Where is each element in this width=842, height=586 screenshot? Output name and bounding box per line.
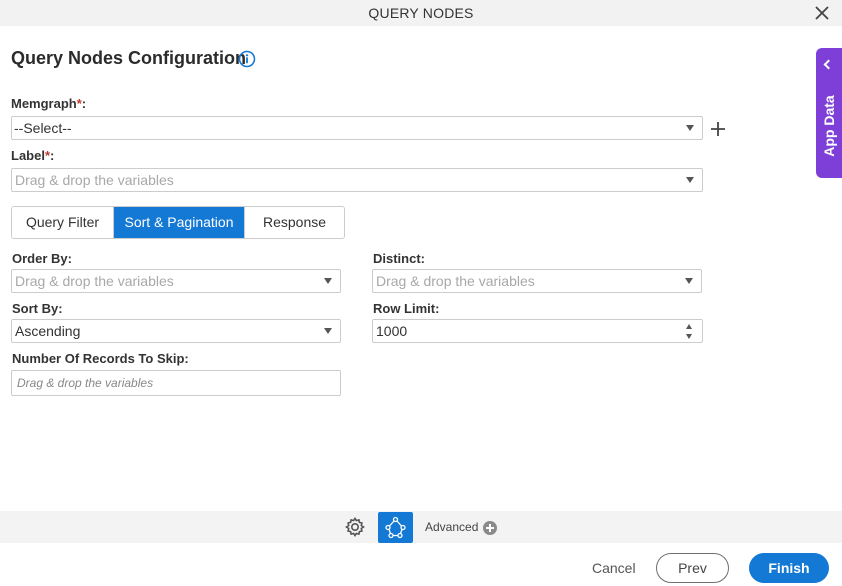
distinct-label: Distinct: bbox=[373, 251, 425, 266]
app-data-label: App Data bbox=[821, 95, 837, 157]
info-icon[interactable] bbox=[238, 50, 256, 68]
footer-toolbar bbox=[0, 511, 842, 543]
sort-by-label: Sort By: bbox=[12, 301, 63, 316]
finish-button[interactable]: Finish bbox=[749, 553, 829, 583]
prev-button[interactable]: Prev bbox=[656, 553, 729, 583]
flow-button[interactable] bbox=[378, 512, 413, 543]
label-field-label: Label*: bbox=[11, 148, 55, 163]
chevron-down-icon bbox=[686, 125, 694, 131]
label-select-placeholder: Drag & drop the variables bbox=[15, 172, 174, 188]
memgraph-select[interactable]: --Select-- bbox=[11, 116, 703, 140]
chevron-down-icon bbox=[685, 278, 693, 284]
sort-by-value: Ascending bbox=[15, 323, 81, 339]
close-icon[interactable] bbox=[814, 5, 830, 21]
app-data-panel-toggle[interactable]: App Data bbox=[816, 48, 842, 178]
skip-records-input[interactable]: Drag & drop the variables bbox=[11, 370, 341, 396]
page-title: Query Nodes Configuration bbox=[11, 48, 247, 68]
tab-sort-pagination[interactable]: Sort & Pagination bbox=[114, 207, 244, 238]
order-by-placeholder: Drag & drop the variables bbox=[15, 273, 174, 289]
tab-response[interactable]: Response bbox=[244, 207, 344, 238]
chevron-down-icon bbox=[324, 328, 332, 334]
distinct-placeholder: Drag & drop the variables bbox=[376, 273, 535, 289]
skip-records-placeholder: Drag & drop the variables bbox=[17, 376, 154, 390]
cancel-button[interactable]: Cancel bbox=[592, 560, 636, 576]
distinct-select[interactable]: Drag & drop the variables bbox=[372, 269, 702, 293]
sort-by-select[interactable]: Ascending bbox=[11, 319, 341, 343]
chevron-left-icon bbox=[823, 59, 834, 70]
memgraph-label: Memgraph*: bbox=[11, 96, 87, 111]
row-limit-input[interactable]: 1000 bbox=[372, 319, 703, 343]
title-bar: QUERY NODES bbox=[0, 0, 842, 26]
row-limit-label: Row Limit: bbox=[373, 301, 440, 316]
tab-query-filter[interactable]: Query Filter bbox=[12, 207, 114, 238]
label-select[interactable]: Drag & drop the variables bbox=[11, 168, 703, 192]
flow-icon bbox=[385, 516, 406, 539]
add-circle-icon[interactable] bbox=[483, 521, 497, 535]
gear-icon[interactable] bbox=[343, 515, 367, 539]
spin-up-icon[interactable] bbox=[686, 324, 692, 329]
memgraph-select-value: --Select-- bbox=[14, 120, 72, 136]
chevron-down-icon bbox=[686, 177, 694, 183]
plus-icon[interactable] bbox=[709, 120, 727, 138]
skip-records-label: Number Of Records To Skip: bbox=[12, 351, 189, 366]
row-limit-value: 1000 bbox=[376, 323, 408, 339]
order-by-label: Order By: bbox=[12, 251, 72, 266]
tab-bar: Query Filter Sort & Pagination Response bbox=[11, 206, 345, 239]
window-title: QUERY NODES bbox=[368, 5, 474, 21]
spin-down-icon[interactable] bbox=[686, 334, 692, 339]
advanced-link[interactable]: Advanced bbox=[425, 520, 478, 534]
order-by-select[interactable]: Drag & drop the variables bbox=[11, 269, 341, 293]
chevron-down-icon bbox=[324, 278, 332, 284]
